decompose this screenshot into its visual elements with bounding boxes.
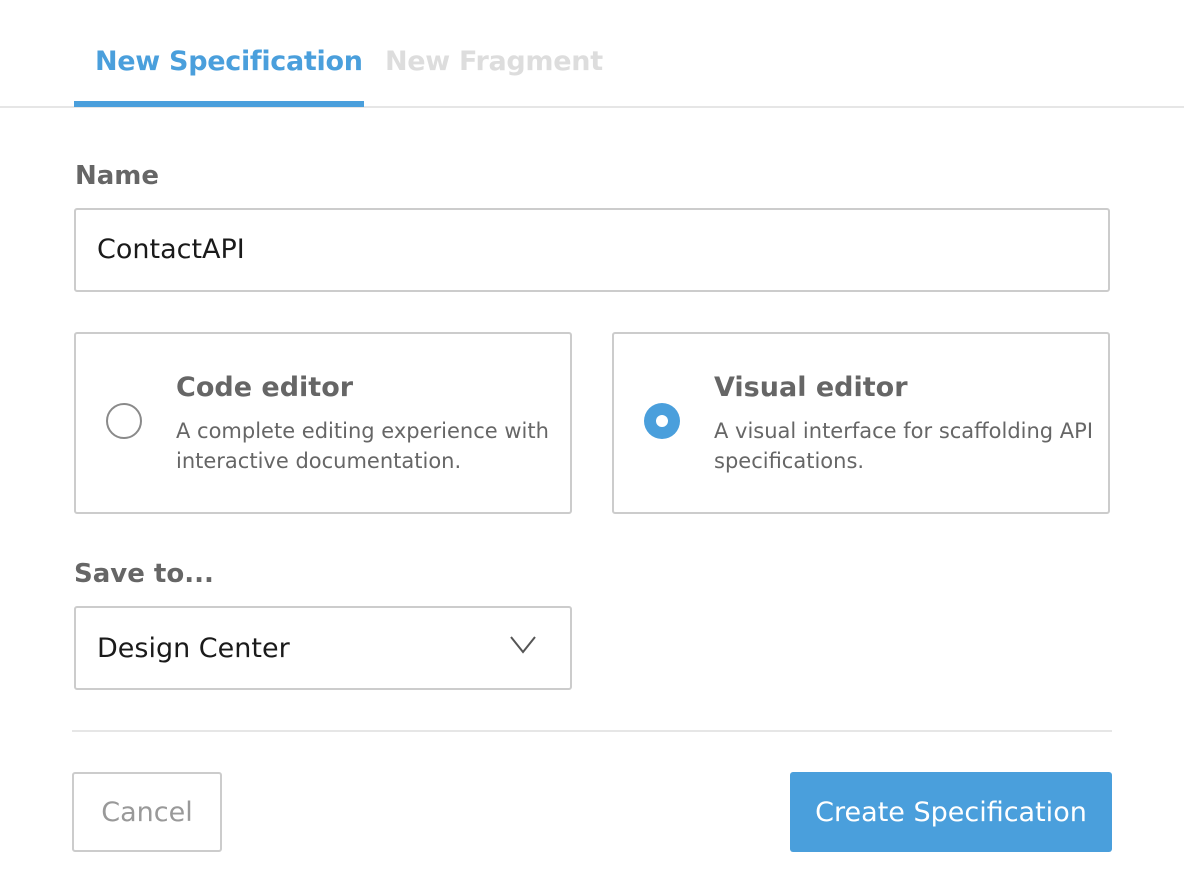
create-specification-button[interactable]: Create Specification	[790, 772, 1112, 852]
visual-editor-title: Visual editor	[714, 372, 908, 403]
tab-bar: New Specification New Fragment	[0, 0, 1184, 108]
code-editor-option[interactable]: Code editor A complete editing experienc…	[74, 332, 572, 514]
active-tab-indicator	[74, 101, 364, 107]
tab-new-fragment[interactable]: New Fragment	[385, 46, 603, 77]
chevron-down-icon	[510, 636, 536, 654]
name-input[interactable]: ContactAPI	[74, 208, 1110, 292]
visual-editor-radio[interactable]	[644, 403, 680, 439]
save-to-value: Design Center	[97, 633, 290, 664]
visual-editor-option[interactable]: Visual editor A visual interface for sca…	[612, 332, 1110, 514]
name-input-value: ContactAPI	[97, 234, 245, 265]
code-editor-title: Code editor	[176, 372, 354, 403]
name-label: Name	[75, 161, 160, 191]
footer-divider	[72, 730, 1112, 732]
cancel-button[interactable]: Cancel	[72, 772, 222, 852]
code-editor-radio[interactable]	[106, 403, 142, 439]
tab-new-specification[interactable]: New Specification	[95, 46, 363, 77]
save-to-select[interactable]: Design Center	[74, 606, 572, 690]
visual-editor-description: A visual interface for scaffolding API s…	[714, 419, 1094, 473]
save-to-label: Save to...	[74, 559, 214, 589]
code-editor-description: A complete editing experience with inter…	[176, 419, 549, 473]
